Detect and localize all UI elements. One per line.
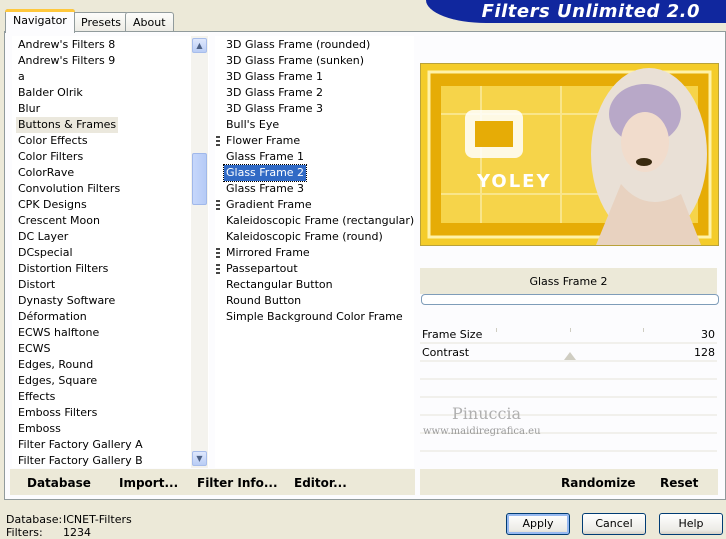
chevron-up-icon[interactable]: ▲ <box>192 38 207 53</box>
category-list[interactable]: Andrew's Filters 8 Andrew's Filters 9 a Bal… <box>12 36 209 468</box>
filter-item-label: Kaleidoscopic Frame (rectangular) <box>226 214 415 227</box>
logo-banner: Filters Unlimited 2.0 <box>426 0 726 23</box>
logo-text: Filters Unlimited 2.0 <box>481 1 700 22</box>
category-item[interactable]: Dynasty Software <box>16 293 117 309</box>
category-item[interactable]: Emboss <box>16 421 63 437</box>
filter-list[interactable]: 3D Glass Frame (rounded) 3D Glass Frame (… <box>215 36 414 468</box>
filter-item[interactable]: Mirrored Frame <box>216 245 312 261</box>
filter-item-label: Flower Frame <box>226 134 301 147</box>
filter-item-label: Passepartout <box>226 262 298 275</box>
filter-item-label: Bull's Eye <box>226 118 280 131</box>
category-item[interactable]: Filter Factory Gallery B <box>16 453 145 469</box>
filter-item-label: 3D Glass Frame 2 <box>226 86 324 99</box>
preview-wordmark: YOLEY <box>477 171 552 192</box>
filter-item[interactable]: 3D Glass Frame 3 <box>224 101 325 117</box>
filter-item-label: Rectangular Button <box>226 278 333 291</box>
category-item[interactable]: Andrew's Filters 9 <box>16 53 117 69</box>
filter-item[interactable]: Glass Frame 2 <box>222 164 308 182</box>
reset-button[interactable]: Reset <box>660 476 698 490</box>
watermark-name: Pinuccia <box>452 404 522 423</box>
filter-item-label: Glass Frame 1 <box>226 150 305 163</box>
filter-item-label: Round Button <box>226 294 302 307</box>
category-item[interactable]: ECWS <box>16 341 53 357</box>
progress-bar <box>421 294 719 305</box>
filter-item[interactable]: Bull's Eye <box>224 117 281 133</box>
submenu-marker-icon <box>216 248 220 258</box>
filter-item-label: Simple Background Color Frame <box>226 310 403 323</box>
filter-item[interactable]: Flower Frame <box>216 133 302 149</box>
tab-about[interactable]: About <box>125 12 174 32</box>
category-item[interactable]: Distortion Filters <box>16 261 110 277</box>
editor-button[interactable]: Editor... <box>294 476 347 490</box>
filter-item-label: Gradient Frame <box>226 198 312 211</box>
database-value: ICNET-Filters <box>63 513 132 526</box>
database-button[interactable]: Database <box>27 476 91 490</box>
filter-item-label: Mirrored Frame <box>226 246 310 259</box>
filter-item[interactable]: Glass Frame 1 <box>224 149 306 165</box>
category-item[interactable]: Blur <box>16 101 42 117</box>
cancel-button[interactable]: Cancel <box>582 513 646 535</box>
filter-item[interactable]: Glass Frame 3 <box>224 181 306 197</box>
filter-item-label: 3D Glass Frame 1 <box>226 70 324 83</box>
filter-item-label: Glass Frame 2 <box>226 166 305 179</box>
filter-item[interactable]: Rectangular Button <box>224 277 335 293</box>
category-item[interactable]: Color Filters <box>16 149 85 165</box>
category-item[interactable]: Emboss Filters <box>16 405 99 421</box>
randomize-button[interactable]: Randomize <box>561 476 635 490</box>
category-item[interactable]: Distort <box>16 277 57 293</box>
filter-info-button[interactable]: Filter Info... <box>197 476 278 490</box>
filter-item[interactable]: 3D Glass Frame 2 <box>224 85 325 101</box>
category-item[interactable]: Edges, Round <box>16 357 95 373</box>
category-item[interactable]: Convolution Filters <box>16 181 122 197</box>
filter-item[interactable]: 3D Glass Frame (rounded) <box>224 37 372 53</box>
filter-item-label: 3D Glass Frame 3 <box>226 102 324 115</box>
tab-presets[interactable]: Presets <box>73 12 130 32</box>
filter-item-label: 3D Glass Frame (rounded) <box>226 38 371 51</box>
category-item[interactable]: Effects <box>16 389 57 405</box>
param-sliders[interactable] <box>420 320 717 470</box>
filter-item[interactable]: Simple Background Color Frame <box>224 309 405 325</box>
filter-item[interactable]: Kaleidoscopic Frame (round) <box>224 229 385 245</box>
category-item[interactable]: a <box>16 69 27 85</box>
database-label: Database: <box>6 513 63 526</box>
category-item[interactable]: Déformation <box>16 309 89 325</box>
submenu-marker-icon <box>216 200 220 210</box>
category-item[interactable]: Buttons & Frames <box>16 117 119 133</box>
tab-navigator[interactable]: Navigator <box>5 9 75 33</box>
frame-preview-graphic <box>421 64 718 245</box>
filter-item[interactable]: Gradient Frame <box>216 197 314 213</box>
chevron-down-icon[interactable]: ▼ <box>192 451 207 466</box>
filter-item[interactable]: 3D Glass Frame 1 <box>224 69 325 85</box>
category-item[interactable]: DC Layer <box>16 229 70 245</box>
apply-button[interactable]: Apply <box>506 513 570 535</box>
filter-item[interactable]: Round Button <box>224 293 303 309</box>
filter-item-label: Kaleidoscopic Frame (round) <box>226 230 383 243</box>
filter-item-label: Glass Frame 3 <box>226 182 305 195</box>
category-item[interactable]: Balder Olrik <box>16 85 85 101</box>
category-scrollbar[interactable]: ▲ ▼ <box>191 36 208 468</box>
category-item[interactable]: Edges, Square <box>16 373 99 389</box>
filter-item[interactable]: Kaleidoscopic Frame (rectangular) <box>224 213 416 229</box>
filter-item-label: 3D Glass Frame (sunken) <box>226 54 364 67</box>
category-item[interactable]: CPK Designs <box>16 197 89 213</box>
filter-item[interactable]: Passepartout <box>216 261 300 277</box>
filter-item[interactable]: 3D Glass Frame (sunken) <box>224 53 366 69</box>
category-item[interactable]: ECWS halftone <box>16 325 101 341</box>
scroll-thumb[interactable] <box>192 153 207 205</box>
category-item[interactable]: ColorRave <box>16 165 76 181</box>
watermark-url: www.maidiregrafica.eu <box>423 426 541 437</box>
category-item[interactable]: Crescent Moon <box>16 213 102 229</box>
category-item[interactable]: Filter Factory Gallery A <box>16 437 145 453</box>
submenu-marker-icon <box>216 264 220 274</box>
submenu-marker-icon <box>216 136 220 146</box>
import-button[interactable]: Import... <box>119 476 178 490</box>
preview-image: YOLEY <box>420 63 719 246</box>
preview-filter-name: Glass Frame 2 <box>529 275 608 288</box>
category-item[interactable]: Andrew's Filters 8 <box>16 37 117 53</box>
category-item[interactable]: DCspecial <box>16 245 75 261</box>
help-button[interactable]: Help <box>659 513 723 535</box>
category-item[interactable]: Color Effects <box>16 133 90 149</box>
